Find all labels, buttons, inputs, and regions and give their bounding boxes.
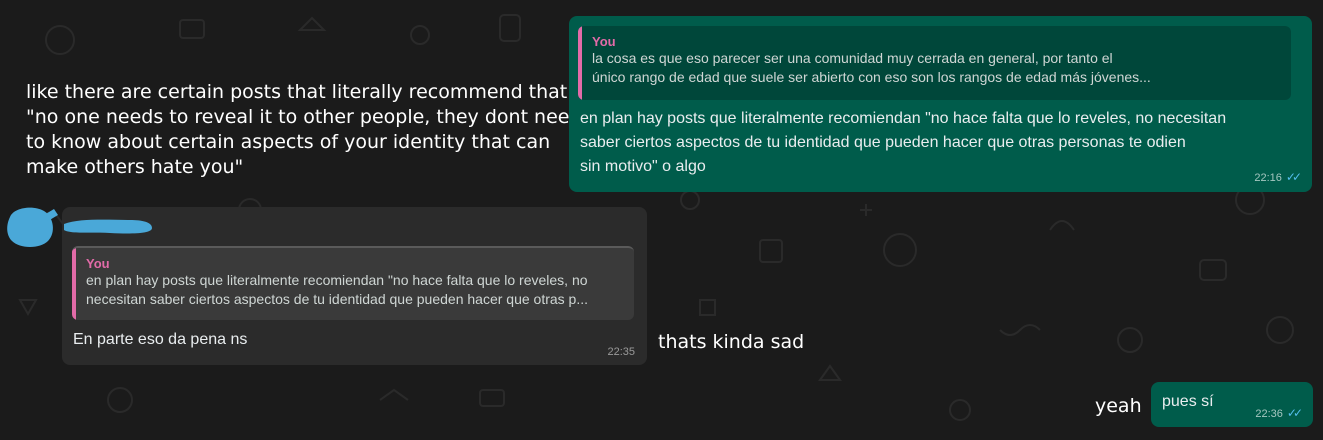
message-time: 22:16 ✓✓ [1254,170,1302,184]
quote-author: You [86,256,110,271]
message-time: 22:35 [607,346,635,358]
read-ticks-icon: ✓✓ [1286,406,1303,420]
quote-author: You [592,34,616,49]
message-text: pues sí [1162,393,1214,410]
outgoing-message[interactable]: You la cosa es que eso parecer ser una c… [569,16,1312,192]
quote-text-line: único rango de edad que suele ser abiert… [592,69,1151,85]
annotation-line: to know about certain aspects of your id… [26,131,551,153]
quote-text-line: necesitan saber ciertos aspectos de tu i… [86,291,589,307]
read-ticks-icon: ✓✓ [1285,170,1302,184]
message-text-line: saber ciertos aspectos de tu identidad q… [580,134,1186,151]
message-text-line: en plan hay posts que literalmente recom… [580,110,1227,127]
time-label: 22:36 [1255,408,1283,420]
quote-text-line: la cosa es que eso parecer ser una comun… [592,50,1113,66]
translation-annotation-2: thats kinda sad [658,331,805,353]
time-label: 22:35 [607,346,635,358]
message-text-line: sin motivo" o algo [580,158,706,175]
quoted-message[interactable]: You en plan hay posts que literalmente r… [72,246,634,320]
time-label: 22:16 [1254,172,1282,184]
translation-annotation-1: like there are certain posts that litera… [26,80,582,180]
translation-annotation-3: yeah [1095,395,1142,417]
annotation-line: "no one needs to reveal it to other peop… [26,106,582,128]
redacted-sender-name [64,219,152,234]
annotation-line: make others hate you" [26,156,244,178]
message-time: 22:36 ✓✓ [1255,406,1303,420]
outgoing-message[interactable]: pues sí 22:36 ✓✓ [1151,382,1313,427]
quote-text-line: en plan hay posts que literalmente recom… [86,272,588,288]
annotation-line: like there are certain posts that litera… [26,81,568,103]
quoted-message[interactable]: You la cosa es que eso parecer ser una c… [578,26,1291,100]
message-text: En parte eso da pena ns [73,331,248,348]
redacted-avatar [7,207,58,247]
